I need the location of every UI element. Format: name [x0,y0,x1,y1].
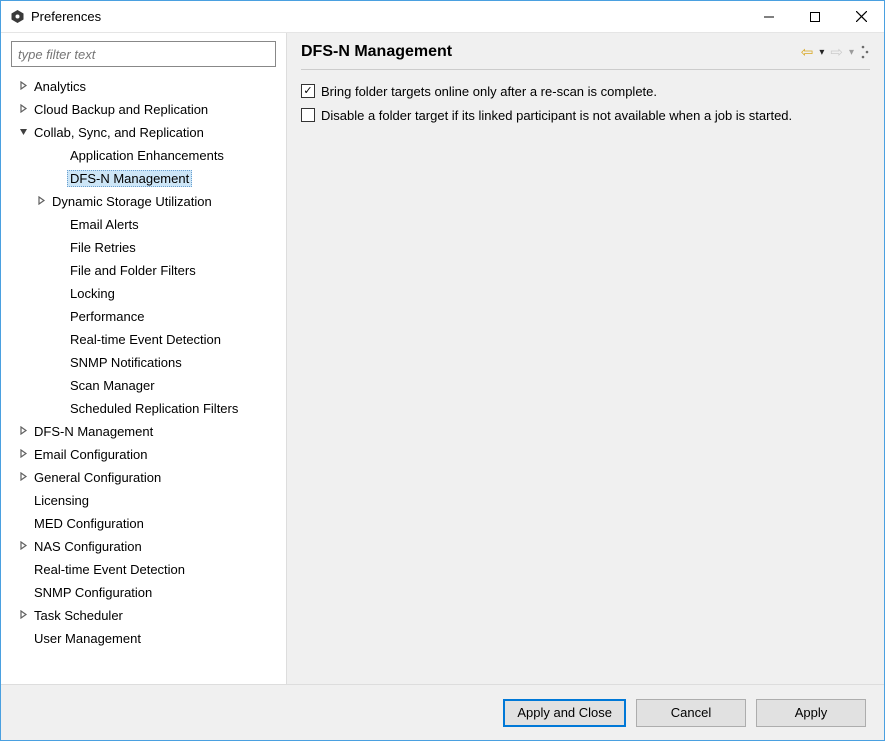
tree-node-label: SNMP Configuration [31,584,155,601]
page-header: DFS-N Management ⇦ ▾ ⇨ ▾ [301,43,870,70]
option-label: Disable a folder target if its linked pa… [321,108,792,123]
preferences-window: Preferences Analytics Cloud Backup and Re… [0,0,885,741]
apply-and-close-button[interactable]: Apply and Close [503,699,626,727]
tree-node[interactable]: Email Configuration [5,443,282,466]
tree-node[interactable]: NAS Configuration [5,535,282,558]
chevron-right-icon[interactable] [15,426,31,438]
tree-node-label: DFS-N Management [31,423,156,440]
tree-node[interactable]: File Retries [5,236,282,259]
tree-node[interactable]: Real-time Event Detection [5,558,282,581]
tree-node[interactable]: Application Enhancements [5,144,282,167]
apply-button[interactable]: Apply [756,699,866,727]
chevron-right-icon[interactable] [15,449,31,461]
tree-node[interactable]: Analytics [5,75,282,98]
minimize-button[interactable] [746,1,792,32]
tree-node-label: File Retries [67,239,139,256]
tree-node[interactable]: SNMP Configuration [5,581,282,604]
preferences-tree[interactable]: Analytics Cloud Backup and Replication Col… [5,73,282,676]
tree-node-label: Dynamic Storage Utilization [49,193,215,210]
tree-node-label: Real-time Event Detection [67,331,224,348]
tree-node[interactable]: MED Configuration [5,512,282,535]
tree-node-label: General Configuration [31,469,164,486]
maximize-button[interactable] [792,1,838,32]
tree-node-label: NAS Configuration [31,538,145,555]
chevron-right-icon[interactable] [15,610,31,622]
tree-node[interactable]: Performance [5,305,282,328]
tree-node-label: Performance [67,308,147,325]
tree-node-label: Real-time Event Detection [31,561,188,578]
tree-node[interactable]: Licensing [5,489,282,512]
filter-input[interactable] [11,41,276,67]
chevron-right-icon[interactable] [15,541,31,553]
tree-node[interactable]: Real-time Event Detection [5,328,282,351]
footer: Apply and Close Cancel Apply [1,684,884,740]
chevron-right-icon[interactable] [15,472,31,484]
tree-node-label: Scheduled Replication Filters [67,400,241,417]
tree-node[interactable]: General Configuration [5,466,282,489]
back-arrow-icon[interactable]: ⇦ [801,43,814,61]
tree-node-label: Email Configuration [31,446,150,463]
forward-arrow-icon: ⇨ [830,43,843,61]
tree-node-label: User Management [31,630,144,647]
tree-node[interactable]: Dynamic Storage Utilization [5,190,282,213]
option-row: ✓ Bring folder targets online only after … [301,80,870,102]
tree-node-label: Application Enhancements [67,147,227,164]
titlebar: Preferences [1,1,884,33]
left-panel: Analytics Cloud Backup and Replication Col… [1,33,287,684]
tree-node-label: Licensing [31,492,92,509]
tree-node[interactable]: User Management [5,627,282,650]
tree-node[interactable]: Locking [5,282,282,305]
tree-node-label: File and Folder Filters [67,262,199,279]
tree-node[interactable]: Cloud Backup and Replication [5,98,282,121]
checkbox[interactable] [301,108,315,122]
forward-dropdown-icon: ▾ [849,47,854,58]
tree-node-label: Analytics [31,78,89,95]
chevron-right-icon[interactable] [15,81,31,93]
view-menu-icon[interactable] [860,45,870,59]
close-button[interactable] [838,1,884,32]
tree-node[interactable]: Collab, Sync, and Replication [5,121,282,144]
app-icon [9,9,25,25]
back-dropdown-icon[interactable]: ▾ [819,47,824,58]
chevron-right-icon[interactable] [15,104,31,116]
tree-node-label: Cloud Backup and Replication [31,101,211,118]
page-content: ✓ Bring folder targets online only after … [301,80,870,680]
tree-node-label: DFS-N Management [67,170,192,187]
tree-node-label: SNMP Notifications [67,354,185,371]
tree-node-label: Task Scheduler [31,607,126,624]
tree-node[interactable]: DFS-N Management [5,167,282,190]
tree-node-label: Collab, Sync, and Replication [31,124,207,141]
option-label: Bring folder targets online only after a… [321,84,657,99]
tree-node[interactable]: Scan Manager [5,374,282,397]
checkbox[interactable]: ✓ [301,84,315,98]
tree-node[interactable]: Task Scheduler [5,604,282,627]
window-controls [746,1,884,32]
tree-node[interactable]: File and Folder Filters [5,259,282,282]
cancel-button[interactable]: Cancel [636,699,746,727]
tree-node[interactable]: DFS-N Management [5,420,282,443]
page-title: DFS-N Management [301,43,801,61]
tree-node-label: Locking [67,285,118,302]
chevron-down-icon[interactable] [15,127,31,139]
window-title: Preferences [31,9,746,24]
page-toolbar: ⇦ ▾ ⇨ ▾ [801,43,870,61]
tree-node[interactable]: Scheduled Replication Filters [5,397,282,420]
tree-node[interactable]: Email Alerts [5,213,282,236]
tree-node-label: Email Alerts [67,216,142,233]
tree-node-label: Scan Manager [67,377,158,394]
option-row: Disable a folder target if its linked pa… [301,104,870,126]
tree-node-label: MED Configuration [31,515,147,532]
chevron-right-icon[interactable] [33,196,49,208]
body: Analytics Cloud Backup and Replication Col… [1,33,884,684]
tree-node[interactable]: SNMP Notifications [5,351,282,374]
right-panel: DFS-N Management ⇦ ▾ ⇨ ▾ ✓ Bring folder t… [287,33,884,684]
